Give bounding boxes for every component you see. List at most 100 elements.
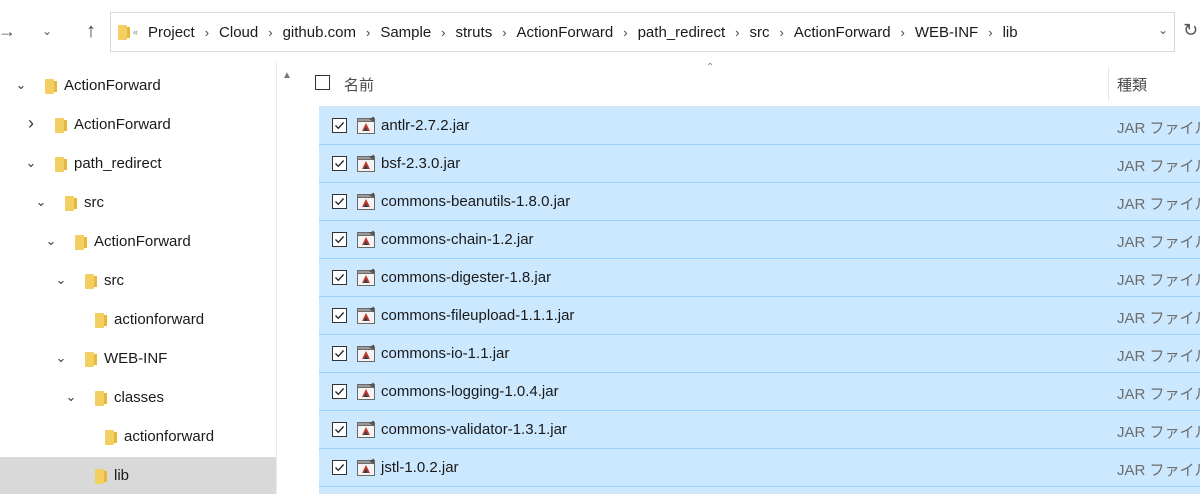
folder-icon (75, 235, 87, 250)
expand-chevron-down-icon[interactable]: ⌄ (44, 233, 58, 249)
tree-item[interactable]: ⌄ WEB-INF (0, 340, 276, 379)
column-header-type[interactable]: 種類 (1117, 74, 1147, 95)
expand-chevron-down-icon[interactable]: ⌄ (34, 194, 48, 210)
tree-item[interactable]: lib (0, 457, 276, 494)
file-checkbox[interactable] (332, 270, 347, 285)
jar-file-icon (357, 458, 376, 477)
file-row[interactable]: jstl-1.0.2.jar JAR ファイル (319, 448, 1200, 486)
breadcrumb-item[interactable]: src (750, 24, 770, 41)
file-checkbox[interactable] (332, 194, 347, 209)
jar-file-icon (357, 306, 376, 325)
tree-item[interactable]: ⌄ src (0, 262, 276, 301)
column-header-row: 名前 種類 (300, 67, 1200, 101)
expand-chevron-down-icon[interactable]: ⌄ (64, 389, 78, 405)
tree-item[interactable]: ⌄ classes (0, 379, 276, 418)
expand-chevron-down-icon[interactable]: ⌄ (24, 155, 38, 171)
tree-item-label: actionforward (114, 311, 205, 328)
breadcrumb-item[interactable]: lib (1003, 24, 1018, 41)
breadcrumb-item[interactable]: github.com (283, 24, 356, 41)
tree-item-label: path_redirect (74, 155, 162, 172)
breadcrumb-separator-chevron-icon[interactable]: › (988, 25, 992, 40)
scroll-up-icon[interactable]: ▲ (282, 70, 292, 81)
file-name: commons-validator-1.3.1.jar (381, 421, 567, 438)
tree-item-label: WEB-INF (104, 350, 168, 367)
tree-item[interactable]: ⌄ src (0, 184, 276, 223)
expand-chevron-down-icon[interactable]: ⌄ (54, 350, 68, 366)
folder-icon (85, 352, 97, 367)
breadcrumb-item[interactable]: path_redirect (638, 24, 726, 41)
breadcrumb-separator-chevron-icon[interactable]: › (502, 25, 506, 40)
breadcrumb-item[interactable]: Project (148, 24, 195, 41)
recent-locations-chevron-down-icon[interactable]: ⌄ (32, 14, 62, 48)
breadcrumb-separator-chevron-icon[interactable]: › (901, 25, 905, 40)
tree-item-label: actionforward (124, 428, 215, 445)
breadcrumb-separator-chevron-icon[interactable]: › (623, 25, 627, 40)
file-checkbox[interactable] (332, 422, 347, 437)
tree-item[interactable]: actionforward (0, 418, 276, 457)
collapse-chevron-right-icon[interactable]: › (24, 113, 38, 134)
folder-icon (95, 469, 107, 484)
folder-icon (95, 391, 107, 406)
tree-item[interactable]: ⌄ ActionForward (0, 223, 276, 262)
file-name: commons-io-1.1.jar (381, 345, 510, 362)
file-row[interactable]: commons-io-1.1.jar JAR ファイル (319, 334, 1200, 372)
address-bar[interactable]: « Project › Cloud › github.com › Sample › struts… (110, 12, 1175, 52)
tree-item[interactable]: ⌄ ActionForward (0, 67, 276, 106)
file-checkbox[interactable] (332, 308, 347, 323)
file-row[interactable]: antlr-2.7.2.jar JAR ファイル (319, 106, 1200, 144)
file-row-partial[interactable] (319, 486, 1200, 494)
overflow-chevron-icon[interactable]: « (133, 27, 138, 37)
breadcrumb-item[interactable]: WEB-INF (915, 24, 978, 41)
breadcrumb-item[interactable]: Sample (380, 24, 431, 41)
tree-item[interactable]: ⌄ path_redirect (0, 145, 276, 184)
breadcrumb-separator-chevron-icon[interactable]: › (205, 25, 209, 40)
file-row[interactable]: commons-digester-1.8.jar JAR ファイル (319, 258, 1200, 296)
file-checkbox[interactable] (332, 118, 347, 133)
file-name: commons-chain-1.2.jar (381, 231, 534, 248)
breadcrumb-item[interactable]: ActionForward (517, 24, 614, 41)
breadcrumb-item[interactable]: Cloud (219, 24, 258, 41)
file-type: JAR ファイル (1117, 234, 1200, 251)
breadcrumb-separator-chevron-icon[interactable]: › (366, 25, 370, 40)
file-checkbox[interactable] (332, 156, 347, 171)
column-divider[interactable] (1108, 67, 1109, 101)
file-type: JAR ファイル (1117, 158, 1200, 175)
tree-item[interactable]: actionforward (0, 301, 276, 340)
jar-file-icon (357, 116, 376, 135)
file-row[interactable]: commons-logging-1.0.4.jar JAR ファイル (319, 372, 1200, 410)
breadcrumb-separator-chevron-icon[interactable]: › (735, 25, 739, 40)
file-name: bsf-2.3.0.jar (381, 155, 461, 172)
select-all-checkbox[interactable] (315, 75, 330, 90)
expand-chevron-down-icon[interactable]: ⌄ (54, 272, 68, 288)
address-history-chevron-down-icon[interactable]: ⌄ (1158, 23, 1168, 37)
breadcrumb-separator-chevron-icon[interactable]: › (780, 25, 784, 40)
breadcrumb-separator-chevron-icon[interactable]: › (441, 25, 445, 40)
folder-icon (55, 118, 67, 133)
folder-icon (85, 274, 97, 289)
file-checkbox[interactable] (332, 232, 347, 247)
tree-item[interactable]: › ActionForward (0, 106, 276, 145)
breadcrumb-separator-chevron-icon[interactable]: › (268, 25, 272, 40)
file-row[interactable]: commons-chain-1.2.jar JAR ファイル (319, 220, 1200, 258)
file-row[interactable]: bsf-2.3.0.jar JAR ファイル (319, 144, 1200, 182)
refresh-icon[interactable]: ↻ (1183, 20, 1198, 41)
file-checkbox[interactable] (332, 460, 347, 475)
folder-icon (45, 79, 57, 94)
breadcrumb-item[interactable]: struts (456, 24, 493, 41)
breadcrumb: Project › Cloud › github.com › Sample › struts › A… (148, 24, 1018, 41)
tree-scrollbar[interactable]: ▲ (276, 62, 300, 494)
expand-chevron-down-icon[interactable]: ⌄ (14, 77, 28, 93)
jar-file-icon (357, 344, 376, 363)
back-arrow-icon[interactable]: → (0, 14, 22, 48)
file-checkbox[interactable] (332, 346, 347, 361)
file-checkbox[interactable] (332, 384, 347, 399)
column-header-name[interactable]: 名前 (344, 74, 374, 95)
file-row[interactable]: commons-validator-1.3.1.jar JAR ファイル (319, 410, 1200, 448)
breadcrumb-item[interactable]: ActionForward (794, 24, 891, 41)
file-type: JAR ファイル (1117, 120, 1200, 137)
file-row[interactable]: commons-fileupload-1.1.1.jar JAR ファイル (319, 296, 1200, 334)
folder-icon (105, 430, 117, 445)
file-row[interactable]: commons-beanutils-1.8.0.jar JAR ファイル (319, 182, 1200, 220)
up-arrow-icon[interactable]: ↑ (76, 14, 106, 48)
jar-file-icon (357, 192, 376, 211)
